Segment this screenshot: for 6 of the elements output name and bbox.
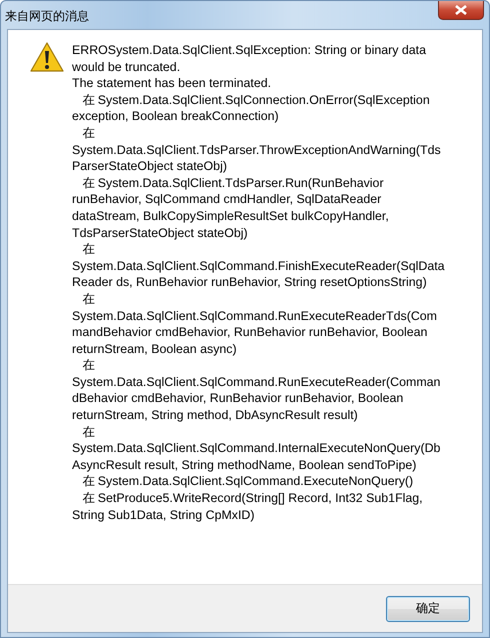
error-message: ERROSystem.Data.SqlClient.SqlException: String or binary data would be truncated. The statement has been terminated. 在 System.Data.SqlClient.SqlConnection.OnError(SqlException exception, Boolean breakConnection) 在 System.Data.SqlClient.TdsParser.ThrowExceptionAndWarning(Tds ParserStateObject stateObj) 在 System.Data.SqlClient.TdsParser.Run(RunBehavior runBehavior, SqlCommand cmdHandler, SqlDataReader dataStream, BulkCopySimpleResultSet bulkCopyHandler, TdsParserStateObject stateObj) 在 System.Data.SqlClient.SqlCommand.FinishExecuteReader(SqlData Reader ds, RunBehavior runBehavior, String resetOptionsString) 在 System.Data.SqlClient.SqlCommand.RunExecuteReaderTds(Com mandBehavior cmdBehavior, RunBehavior runBehavior, Boolean returnStream, Boolean async) 在 System.Data.SqlClient.SqlCommand.RunExecuteReader(Comman dBehavior cmdBehavior, RunBehavior runBehavior, Boolean returnStream, String method, DbAsyncResult result) 在 System.Data.SqlClient.SqlCommand.InternalExecuteNonQuery(Db AsyncResult result, String methodName, Boolean sendToPipe) 在 System.Data.SqlClient.SqlCommand.ExecuteNonQuery() 在 SetProduce5.WriteRecord(String[] Record, Int32 Sub1Flag, String Sub1Data, String CpMxID) — [72, 42, 445, 524]
window-title: 来自网页的消息 — [5, 8, 89, 25]
ok-button[interactable]: 确定 — [386, 596, 470, 622]
close-icon — [455, 5, 467, 15]
close-button[interactable] — [438, 1, 484, 20]
warning-icon — [30, 42, 64, 73]
